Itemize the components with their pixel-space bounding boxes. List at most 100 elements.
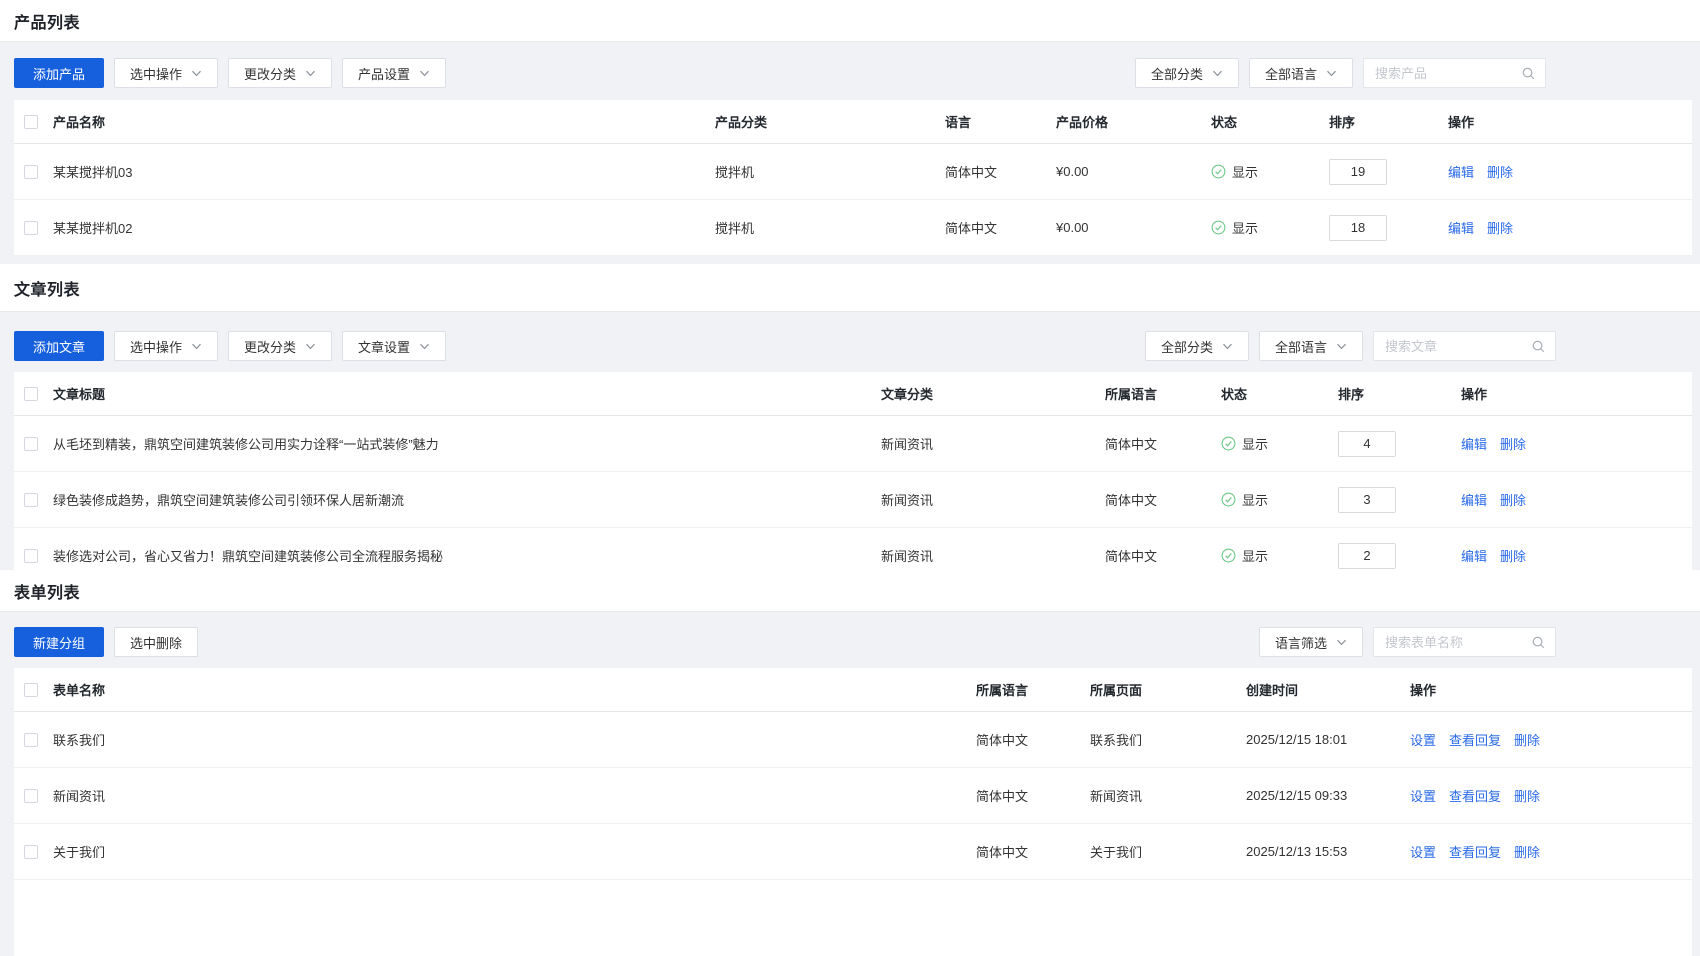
action-link[interactable]: 查看回复 [1449, 733, 1501, 748]
row-checkbox[interactable] [24, 221, 38, 235]
language-cell: 简体中文 [976, 786, 1090, 805]
action-link[interactable]: 删除 [1514, 845, 1540, 860]
row-name-cell: 装修选对公司，省心又省力！鼎筑空间建筑装修公司全流程服务揭秘 [14, 546, 881, 565]
action-link[interactable]: 删除 [1500, 437, 1526, 452]
section-title-band: 文章列表 [0, 264, 1700, 312]
row-checkbox[interactable] [24, 789, 38, 803]
sort-input[interactable] [1338, 487, 1396, 513]
language-cell: 简体中文 [1105, 434, 1221, 453]
filter-dropdown[interactable]: 全部语言 [1259, 331, 1363, 361]
language-cell: 简体中文 [976, 842, 1090, 861]
table-header-row: 表单名称所属语言所属页面创建时间操作 [14, 668, 1692, 712]
dropdown-button[interactable]: 更改分类 [228, 331, 332, 361]
sort-input[interactable] [1338, 543, 1396, 569]
table-card: 文章标题文章分类所属语言状态排序操作从毛坯到精装，鼎筑空间建筑装修公司用实力诠释… [14, 372, 1692, 570]
table-row: 绿色装修成趋势，鼎筑空间建筑装修公司引领环保人居新潮流新闻资讯简体中文显示编辑删… [14, 472, 1692, 528]
search-input[interactable] [1374, 635, 1529, 650]
row-checkbox[interactable] [24, 437, 38, 451]
dropdown-button[interactable]: 更改分类 [228, 58, 332, 88]
language-cell: 简体中文 [1105, 546, 1221, 565]
row-checkbox[interactable] [24, 165, 38, 179]
dropdown-button[interactable]: 选中操作 [114, 58, 218, 88]
action-link[interactable]: 删除 [1500, 549, 1526, 564]
table-row: 新闻资讯简体中文新闻资讯2025/12/15 09:33设置查看回复删除 [14, 768, 1692, 824]
action-link[interactable]: 删除 [1487, 165, 1513, 180]
action-link[interactable]: 查看回复 [1449, 789, 1501, 804]
check-circle-icon [1221, 492, 1242, 507]
filter-dropdown[interactable]: 全部分类 [1145, 331, 1249, 361]
dropdown-button[interactable]: 文章设置 [342, 331, 446, 361]
action-link[interactable]: 编辑 [1461, 493, 1487, 508]
add-button[interactable]: 添加文章 [14, 331, 104, 361]
status-cell: 显示 [1211, 218, 1329, 237]
filter-label: 全部语言 [1275, 337, 1327, 356]
status-label: 显示 [1242, 434, 1268, 453]
action-link[interactable]: 删除 [1514, 733, 1540, 748]
check-circle-icon [1221, 436, 1242, 451]
select-all-checkbox[interactable] [24, 683, 38, 697]
filter-dropdown[interactable]: 语言筛选 [1259, 627, 1363, 657]
search-input[interactable] [1374, 339, 1529, 354]
search-box [1363, 58, 1546, 88]
search-input[interactable] [1364, 66, 1519, 81]
filter-dropdown[interactable]: 全部语言 [1249, 58, 1353, 88]
column-header: 文章分类 [881, 384, 1105, 403]
search-icon[interactable] [1529, 635, 1555, 650]
column-header: 排序 [1329, 112, 1448, 131]
search-icon[interactable] [1529, 339, 1555, 354]
dropdown-label: 更改分类 [244, 64, 296, 83]
header-name-cell: 产品名称 [14, 112, 715, 131]
category-cell: 新闻资讯 [881, 434, 1105, 453]
action-link[interactable]: 设置 [1410, 789, 1436, 804]
action-link[interactable]: 编辑 [1448, 221, 1474, 236]
add-button[interactable]: 新建分组 [14, 627, 104, 657]
sort-input[interactable] [1329, 159, 1387, 185]
column-header: 所属语言 [976, 680, 1090, 699]
search-icon[interactable] [1519, 66, 1545, 81]
chevron-down-icon [419, 68, 430, 79]
row-checkbox[interactable] [24, 549, 38, 563]
check-circle-icon [1221, 548, 1242, 563]
column-header: 产品分类 [715, 112, 945, 131]
action-link[interactable]: 删除 [1514, 789, 1540, 804]
chevron-down-icon [191, 341, 202, 352]
row-title-text: 新闻资讯 [53, 786, 105, 805]
section-title: 文章列表 [14, 276, 80, 300]
row-checkbox[interactable] [24, 493, 38, 507]
header-name-cell: 表单名称 [14, 680, 976, 699]
filter-label: 全部分类 [1151, 64, 1203, 83]
section-panel: 添加文章选中操作 更改分类 文章设置 全部分类 全部语言文章标题文章分类所属语言状态排序… [0, 312, 1700, 570]
dropdown-label: 更改分类 [244, 337, 296, 356]
sort-input[interactable] [1329, 215, 1387, 241]
dropdown-button[interactable]: 产品设置 [342, 58, 446, 88]
select-all-checkbox[interactable] [24, 115, 38, 129]
row-title-text: 从毛坯到精装，鼎筑空间建筑装修公司用实力诠释“一站式装修”魅力 [53, 434, 439, 453]
status-badge: 显示 [1211, 162, 1319, 181]
dropdown-button[interactable]: 选中操作 [114, 331, 218, 361]
column-header: 操作 [1410, 680, 1692, 699]
language-cell: 简体中文 [945, 162, 1056, 181]
action-link[interactable]: 设置 [1410, 733, 1436, 748]
section-panel: 添加产品选中操作更改分类产品设置全部分类全部语言产品名称产品分类语言产品价格状态… [0, 42, 1700, 264]
price-cell: ¥0.00 [1056, 220, 1211, 235]
filter-dropdown[interactable]: 全部分类 [1135, 58, 1239, 88]
action-link[interactable]: 查看回复 [1449, 845, 1501, 860]
actions-cell: 编辑删除 [1461, 434, 1692, 453]
action-link[interactable]: 编辑 [1461, 549, 1487, 564]
action-link[interactable]: 编辑 [1461, 437, 1487, 452]
select-all-checkbox[interactable] [24, 387, 38, 401]
row-checkbox[interactable] [24, 733, 38, 747]
plain-button[interactable]: 选中删除 [114, 627, 198, 657]
row-name-cell: 绿色装修成趋势，鼎筑空间建筑装修公司引领环保人居新潮流 [14, 490, 881, 509]
page-cell: 关于我们 [1090, 842, 1246, 861]
sort-input[interactable] [1338, 431, 1396, 457]
section-panel: 新建分组选中删除语言筛选表单名称所属语言所属页面创建时间操作联系我们简体中文联系… [0, 612, 1700, 956]
category-cell: 新闻资讯 [881, 490, 1105, 509]
action-link[interactable]: 编辑 [1448, 165, 1474, 180]
add-button[interactable]: 添加产品 [14, 58, 104, 88]
action-link[interactable]: 删除 [1487, 221, 1513, 236]
row-title-text: 某某搅拌机02 [53, 218, 132, 237]
row-checkbox[interactable] [24, 845, 38, 859]
action-link[interactable]: 设置 [1410, 845, 1436, 860]
action-link[interactable]: 删除 [1500, 493, 1526, 508]
